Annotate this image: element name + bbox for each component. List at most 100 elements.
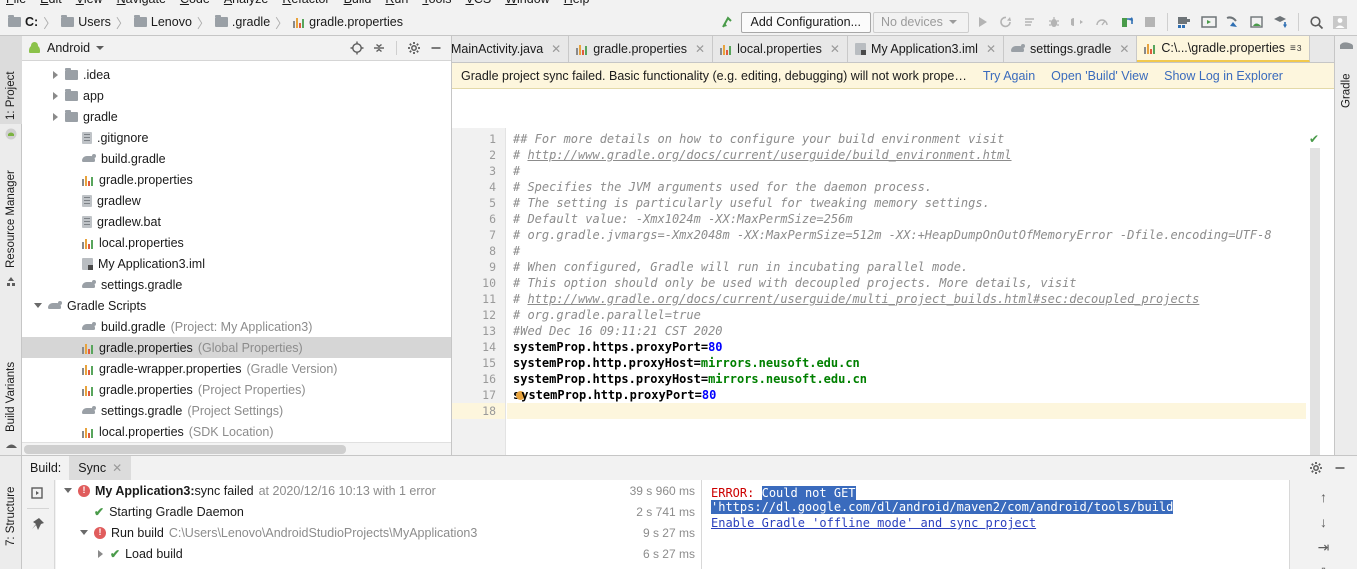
apply-changes-icon[interactable] — [995, 11, 1017, 33]
tree-item[interactable]: local.properties (SDK Location) — [22, 421, 451, 441]
sidebar-item-build-variants[interactable]: Build Variants — [0, 336, 22, 436]
enable-offline-mode-link[interactable]: Enable Gradle 'offline mode' and sync pr… — [711, 516, 1289, 530]
build-tree-row[interactable]: ! My Application3: sync failed at 2020/12/… — [56, 480, 701, 501]
menu-item-tools[interactable]: Tools — [422, 0, 451, 6]
code-line[interactable]: # http://www.gradle.org/docs/current/use… — [507, 291, 1306, 307]
tree-item[interactable]: .gitignore — [22, 127, 451, 148]
code-line[interactable]: systemProp.http.proxyHost=mirrors.neusof… — [507, 355, 1306, 371]
tree-item[interactable]: settings.gradle — [22, 274, 451, 295]
build-tree-row[interactable]: !Configure build1 s 877 ms — [56, 564, 701, 569]
collapse-all-icon[interactable] — [370, 39, 388, 57]
open-build-view-link[interactable]: Open 'Build' View — [1051, 69, 1148, 83]
minimize-icon[interactable] — [1331, 459, 1349, 477]
build-output-tree[interactable]: ! My Application3: sync failed at 2020/12/… — [56, 480, 701, 569]
tree-item[interactable]: settings.gradle (Project Settings) — [22, 400, 451, 421]
code-line[interactable]: systemProp.https.proxyHost=mirrors.neuso… — [507, 371, 1306, 387]
breadcrumb-item-gradleproperties[interactable]: gradle.properties — [293, 15, 403, 29]
tree-item[interactable]: gradle.properties — [22, 169, 451, 190]
tree-item[interactable]: gradle-wrapper.properties (Gradle Version… — [22, 358, 451, 379]
menu-item-refactor[interactable]: Refactor — [282, 0, 329, 6]
try-again-link[interactable]: Try Again — [983, 69, 1035, 83]
tree-item[interactable]: build.gradle — [22, 148, 451, 169]
code-line[interactable]: # The setting is particularly useful for… — [507, 195, 1306, 211]
device-file-explorer-icon[interactable] — [1246, 11, 1268, 33]
avd-manager-icon[interactable] — [1198, 11, 1220, 33]
tree-item[interactable]: gradle — [22, 106, 451, 127]
tree-item[interactable]: gradle.properties (Project Properties) — [22, 379, 451, 400]
editor-scrollbar[interactable]: ✔ — [1308, 128, 1322, 455]
close-icon[interactable]: ✕ — [830, 42, 840, 56]
menu-item-vcs[interactable]: VCS — [466, 0, 492, 6]
chevron-down-icon[interactable] — [96, 46, 105, 50]
device-manager-icon[interactable] — [1270, 11, 1292, 33]
project-tree-hscrollbar[interactable] — [22, 442, 451, 455]
editor-tab[interactable]: C:\...\gradle.properties ≡ 3 — [1137, 36, 1310, 62]
apply-code-changes-icon[interactable] — [1019, 11, 1041, 33]
code-line[interactable]: ## For more details on how to configure … — [507, 131, 1306, 147]
build-tree-row[interactable]: ✔ Load build 6 s 27 ms — [56, 543, 701, 564]
menu-item-help[interactable]: Help — [564, 0, 590, 6]
menu-item-file[interactable]: File — [6, 0, 26, 6]
close-icon[interactable]: ✕ — [1119, 42, 1129, 56]
sidebar-item-resource-manager[interactable]: Resource Manager — [0, 146, 22, 272]
settings-gear-icon[interactable] — [405, 39, 423, 57]
soft-wrap-icon[interactable]: ⇥ — [1318, 539, 1330, 556]
search-icon[interactable] — [1305, 11, 1327, 33]
scroll-down-icon[interactable]: ↓ — [1320, 514, 1327, 530]
editor-tab[interactable]: local.properties ✕ — [713, 36, 848, 62]
code-editor[interactable]: 1 2 3 4 5 6 7 8 9 10 11 12 13 14 15 16 17 18 ## For more … — [452, 128, 1334, 455]
code-line[interactable]: #Wed Dec 16 09:11:21 CST 2020 — [507, 323, 1306, 339]
target-icon[interactable] — [348, 39, 366, 57]
project-view-selector[interactable]: Android — [47, 41, 90, 55]
profiler-icon[interactable] — [1091, 11, 1113, 33]
code-line[interactable]: # — [507, 243, 1306, 259]
stop-icon[interactable] — [1139, 11, 1161, 33]
breadcrumb-item-lenovo[interactable]: Lenovo — [133, 15, 192, 29]
code-line[interactable] — [507, 403, 1306, 419]
scrollbar-thumb[interactable] — [1310, 148, 1320, 455]
editor-tab[interactable]: gradle.properties ✕ — [569, 36, 714, 62]
back-arrow-icon[interactable] — [717, 11, 739, 33]
scrollbar-thumb[interactable] — [24, 445, 346, 454]
menu-item-navigate[interactable]: Navigate — [117, 0, 166, 6]
run-icon[interactable] — [971, 11, 993, 33]
editor-tab[interactable]: My Application3.iml ✕ — [847, 36, 1004, 62]
close-icon[interactable]: ✕ — [986, 42, 996, 56]
chevron-down-icon[interactable] — [62, 488, 74, 493]
sdk-manager-icon[interactable] — [1174, 11, 1196, 33]
menu-item-window[interactable]: Window — [505, 0, 549, 6]
code-line[interactable]: systemProp.http.proxyPort=80 — [507, 387, 1306, 403]
show-log-in-explorer-link[interactable]: Show Log in Explorer — [1164, 69, 1283, 83]
sidebar-item-project[interactable]: 1: Project — [0, 36, 22, 124]
chevron-down-icon[interactable] — [78, 530, 90, 535]
menu-item-code[interactable]: Code — [180, 0, 210, 6]
build-tree-row[interactable]: ✔ Starting Gradle Daemon 2 s 741 ms — [56, 501, 701, 522]
close-icon[interactable]: ✕ — [551, 42, 561, 56]
sync-project-icon[interactable] — [1115, 11, 1137, 33]
restart-icon[interactable] — [29, 484, 47, 502]
close-icon[interactable]: ✕ — [112, 461, 122, 475]
build-tree-row[interactable]: ! Run build C:\Users\Lenovo\AndroidStudioP… — [56, 522, 701, 543]
code-line[interactable]: # This option should only be used with d… — [507, 275, 1306, 291]
chevron-right-icon[interactable] — [49, 70, 61, 79]
expand-icon[interactable]: ⇩ — [1318, 565, 1330, 569]
minimize-icon[interactable] — [427, 39, 445, 57]
tree-item[interactable]: My Application3.iml — [22, 253, 451, 274]
project-file-tree[interactable]: .idea app gradle .gitignore build.gradle grad… — [22, 61, 451, 441]
account-icon[interactable] — [1329, 11, 1351, 33]
chevron-right-icon[interactable] — [94, 549, 106, 558]
breadcrumb-item-c[interactable]: C: — [8, 15, 38, 29]
attach-debugger-icon[interactable] — [1067, 11, 1089, 33]
code-line[interactable]: # org.gradle.jvmargs=-Xmx2048m -XX:MaxPe… — [507, 227, 1306, 243]
code-line[interactable]: # Default value: -Xmx1024m -XX:MaxPermSi… — [507, 211, 1306, 227]
tree-item[interactable]: gradle.properties (Global Properties) — [22, 337, 451, 358]
menu-item-build[interactable]: Build — [344, 0, 372, 6]
breadcrumb-item-gradle[interactable]: .gradle — [214, 15, 270, 29]
chevron-down-icon[interactable] — [32, 303, 44, 308]
code-line[interactable]: # When configured, Gradle will run in in… — [507, 259, 1306, 275]
sidebar-item-structure[interactable]: 7: Structure — [0, 458, 22, 550]
code-line[interactable]: # http://www.gradle.org/docs/current/use… — [507, 147, 1306, 163]
tree-item[interactable]: Gradle Scripts — [22, 295, 451, 316]
settings-gear-icon[interactable] — [1307, 459, 1325, 477]
code-content[interactable]: ## For more details on how to configure … — [507, 128, 1306, 455]
